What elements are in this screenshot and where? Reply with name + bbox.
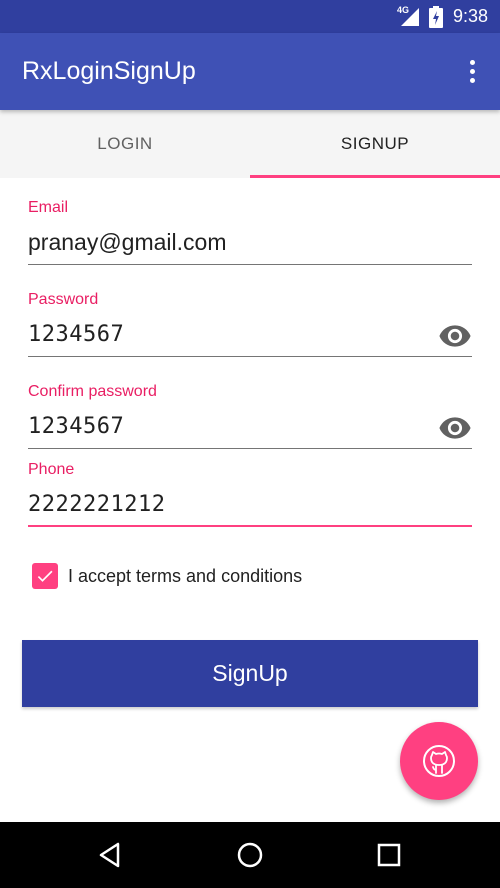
system-nav-bar — [0, 822, 500, 888]
check-icon — [37, 570, 53, 582]
confirm-password-field-group: Confirm password — [28, 383, 472, 449]
tab-login[interactable]: LOGIN — [0, 110, 250, 178]
confirm-password-field[interactable] — [28, 414, 472, 439]
home-icon[interactable] — [235, 840, 265, 870]
phone-field-group: Phone — [28, 461, 472, 527]
tab-signup[interactable]: SIGNUP — [250, 110, 500, 178]
terms-label: I accept terms and conditions — [68, 565, 303, 586]
password-label: Password — [28, 291, 99, 308]
confirm-password-field-row — [28, 405, 472, 449]
email-field[interactable] — [28, 229, 472, 256]
recents-icon[interactable] — [374, 840, 404, 870]
phone-label: Phone — [28, 461, 75, 478]
more-vert-icon[interactable] — [460, 57, 484, 87]
email-field-row — [28, 221, 472, 265]
confirm-password-label: Confirm password — [28, 383, 157, 400]
status-bar: 4G 9:38 — [0, 0, 500, 33]
status-icons: 4G 9:38 — [397, 0, 488, 33]
github-icon — [423, 745, 455, 777]
password-field[interactable] — [28, 322, 472, 347]
password-field-group: Password — [28, 291, 472, 357]
phone-field-row — [28, 483, 472, 527]
app-bar: RxLoginSignUp — [0, 33, 500, 110]
app-title: RxLoginSignUp — [22, 57, 196, 85]
signup-button[interactable]: SignUp — [22, 640, 478, 707]
password-field-row — [28, 313, 472, 357]
battery-icon — [428, 5, 443, 28]
email-field-group: Email — [28, 199, 472, 265]
status-time: 9:38 — [452, 6, 488, 26]
eye-icon[interactable] — [438, 411, 472, 445]
terms-row: I accept terms and conditions — [32, 563, 302, 589]
github-fab-button[interactable] — [400, 722, 478, 800]
email-label: Email — [28, 199, 69, 216]
signal-icon — [400, 7, 419, 26]
tab-bar: LOGIN SIGNUP — [0, 110, 500, 178]
eye-icon[interactable] — [438, 319, 472, 353]
terms-checkbox[interactable] — [32, 563, 58, 589]
back-icon[interactable] — [96, 840, 126, 870]
phone-field[interactable] — [28, 491, 472, 517]
network-signal: 4G — [397, 5, 421, 28]
